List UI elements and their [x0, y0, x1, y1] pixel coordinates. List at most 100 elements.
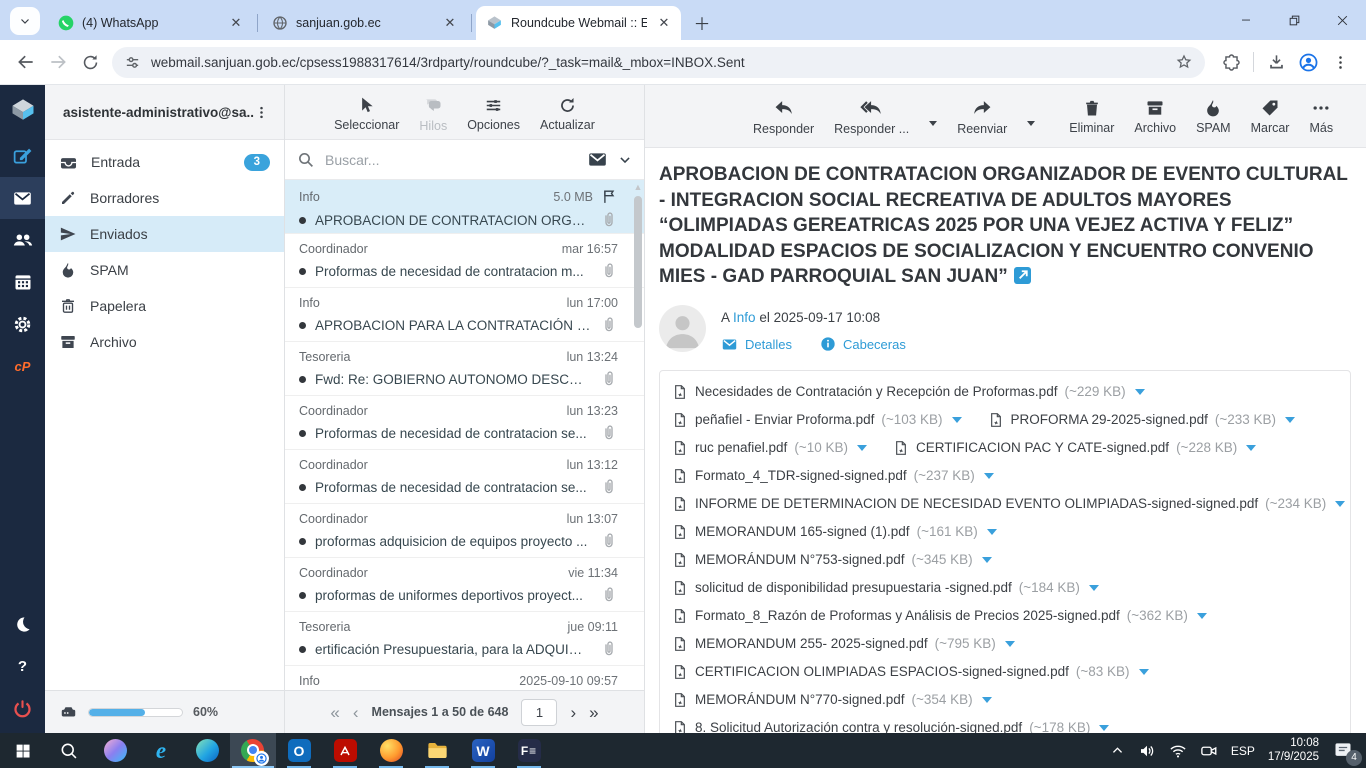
attachment-link[interactable]: INFORME DE DETERMINACION DE NECESIDAD EV… — [672, 490, 1345, 518]
reply-all-menu-icon[interactable] — [929, 121, 937, 126]
attachment-menu-icon[interactable] — [1139, 669, 1149, 675]
compose-button[interactable] — [0, 135, 45, 177]
select-button[interactable]: Seleccionar — [334, 96, 399, 132]
profile-icon[interactable] — [1292, 46, 1324, 78]
taskbar-acrobat-button[interactable] — [322, 733, 368, 768]
close-window-button[interactable] — [1318, 0, 1366, 40]
close-tab-icon[interactable]: ✕ — [655, 14, 673, 32]
folder-papelera[interactable]: Papelera — [45, 288, 284, 324]
close-tab-icon[interactable]: ✕ — [441, 14, 459, 32]
reply-button[interactable]: Responder — [753, 97, 814, 136]
language-indicator[interactable]: ESP — [1231, 744, 1255, 758]
restore-button[interactable] — [1270, 0, 1318, 40]
list-item[interactable]: Info 5.0 MB APROBACION DE CONTRATACION O… — [285, 180, 644, 234]
address-bar[interactable]: webmail.sanjuan.gob.ec/cpsess1988317614/… — [112, 47, 1205, 78]
help-button[interactable]: ? — [0, 645, 45, 687]
folder-entrada[interactable]: Entrada 3 — [45, 144, 284, 180]
next-page-button[interactable]: › — [570, 704, 576, 721]
archive-button[interactable]: Archivo — [1134, 98, 1176, 135]
list-item[interactable]: Coordinador vie 11:34 proformas de unifo… — [285, 558, 644, 612]
attachment-link[interactable]: Formato_8_Razón de Proformas y Análisis … — [672, 602, 1207, 630]
list-item[interactable]: Info lun 17:00 APROBACION PARA LA CONTRA… — [285, 288, 644, 342]
first-page-button[interactable]: « — [330, 704, 339, 721]
list-scrollbar[interactable]: ▲ — [633, 182, 643, 688]
tray-expand-icon[interactable] — [1110, 743, 1125, 758]
list-item[interactable]: Coordinador mar 16:57 Proformas de neces… — [285, 234, 644, 288]
mail-nav-button[interactable] — [0, 177, 45, 219]
attachment-link[interactable]: Necesidades de Contratación y Recepción … — [672, 378, 1145, 406]
attachment-link[interactable]: MEMORANDUM 255- 2025-signed.pdf (~795 KB… — [672, 630, 1015, 658]
prev-page-button[interactable]: ‹ — [353, 704, 359, 721]
attachment-menu-icon[interactable] — [987, 529, 997, 535]
attachment-menu-icon[interactable] — [984, 473, 994, 479]
attachment-menu-icon[interactable] — [1135, 389, 1145, 395]
contacts-button[interactable] — [0, 219, 45, 261]
back-button[interactable] — [10, 46, 42, 78]
attachment-menu-icon[interactable] — [1005, 641, 1015, 647]
taskbar-explorer-button[interactable] — [414, 733, 460, 768]
tab-roundcube-active[interactable]: Roundcube Webmail :: Enviados ✕ — [476, 6, 681, 40]
delete-button[interactable]: Eliminar — [1069, 98, 1114, 135]
clock[interactable]: 10:08 17/9/2025 — [1268, 737, 1319, 764]
volume-icon[interactable] — [1138, 742, 1156, 760]
headers-toggle[interactable]: Cabeceras — [820, 336, 906, 352]
logout-button[interactable] — [0, 687, 45, 729]
attachment-link[interactable]: PROFORMA 29-2025-signed.pdf (~233 KB) — [988, 406, 1296, 434]
taskbar-edge-button[interactable] — [184, 733, 230, 768]
attachment-link[interactable]: Formato_4_TDR-signed-signed.pdf (~237 KB… — [672, 462, 994, 490]
dark-mode-button[interactable] — [0, 603, 45, 645]
bookmark-star-icon[interactable] — [1175, 53, 1193, 71]
extensions-icon[interactable] — [1215, 46, 1247, 78]
menu-icon[interactable] — [1324, 46, 1356, 78]
page-input[interactable] — [521, 699, 557, 726]
forward-button[interactable] — [42, 46, 74, 78]
recipient-link[interactable]: Info — [733, 310, 756, 325]
scrollbar-thumb[interactable] — [634, 196, 642, 328]
attachment-menu-icon[interactable] — [952, 417, 962, 423]
start-button[interactable] — [0, 733, 46, 768]
tab-search-button[interactable] — [10, 7, 40, 35]
attachment-link[interactable]: 8. Solicitud Autorización contra y resol… — [672, 714, 1109, 734]
attachment-link[interactable]: CERTIFICACION PAC Y CATE-signed.pdf (~22… — [893, 434, 1256, 462]
taskbar-firefox-button[interactable] — [368, 733, 414, 768]
folder-spam[interactable]: SPAM — [45, 252, 284, 288]
calendar-button[interactable] — [0, 261, 45, 303]
reply-all-button[interactable]: Responder ... — [834, 97, 909, 136]
list-item[interactable]: Info 2025-09-10 09:57 — [285, 666, 644, 690]
attachment-link[interactable]: MEMORÁNDUM N°770-signed.pdf (~354 KB) — [672, 686, 992, 714]
attachment-link[interactable]: peñafiel - Enviar Proforma.pdf (~103 KB) — [672, 406, 962, 434]
downloads-icon[interactable] — [1260, 46, 1292, 78]
reload-button[interactable] — [74, 46, 106, 78]
attachment-link[interactable]: MEMORÁNDUM N°753-signed.pdf (~345 KB) — [672, 546, 992, 574]
folder-enviados[interactable]: Enviados — [45, 216, 284, 252]
list-item[interactable]: Coordinador lun 13:12 Proformas de neces… — [285, 450, 644, 504]
refresh-button[interactable]: Actualizar — [540, 96, 595, 132]
notification-center-button[interactable]: 4 — [1332, 740, 1356, 762]
attachment-menu-icon[interactable] — [1246, 445, 1256, 451]
meet-now-icon[interactable] — [1200, 742, 1218, 760]
taskbar-outlook-button[interactable]: O — [276, 733, 322, 768]
attachment-menu-icon[interactable] — [1089, 585, 1099, 591]
search-input[interactable] — [325, 152, 577, 168]
attachment-link[interactable]: MEMORANDUM 165-signed (1).pdf (~161 KB) — [672, 518, 997, 546]
search-scope-mail-icon[interactable] — [587, 149, 608, 170]
attachment-menu-icon[interactable] — [1099, 725, 1109, 731]
forward-button[interactable]: Reenviar — [957, 97, 1007, 136]
folder-archivo[interactable]: Archivo — [45, 324, 284, 360]
new-tab-button[interactable]: ＋ — [689, 9, 715, 35]
attachment-menu-icon[interactable] — [1285, 417, 1295, 423]
attachment-menu-icon[interactable] — [1335, 501, 1345, 507]
cpanel-button[interactable]: cP — [0, 345, 45, 387]
taskbar-copilot-button[interactable] — [92, 733, 138, 768]
attachment-link[interactable]: ruc penafiel.pdf (~10 KB) — [672, 434, 867, 462]
details-toggle[interactable]: Detalles — [721, 336, 792, 353]
folder-actions-icon[interactable] — [254, 105, 284, 120]
attachment-menu-icon[interactable] — [1197, 613, 1207, 619]
attachment-menu-icon[interactable] — [982, 697, 992, 703]
taskbar-forticlient-button[interactable]: F≡ — [506, 733, 552, 768]
search-options-chevron-icon[interactable] — [618, 153, 632, 167]
open-in-new-window-icon[interactable] — [1014, 267, 1031, 284]
scroll-up-icon[interactable]: ▲ — [633, 182, 643, 192]
site-settings-icon[interactable] — [124, 54, 141, 71]
wifi-icon[interactable] — [1169, 742, 1187, 760]
